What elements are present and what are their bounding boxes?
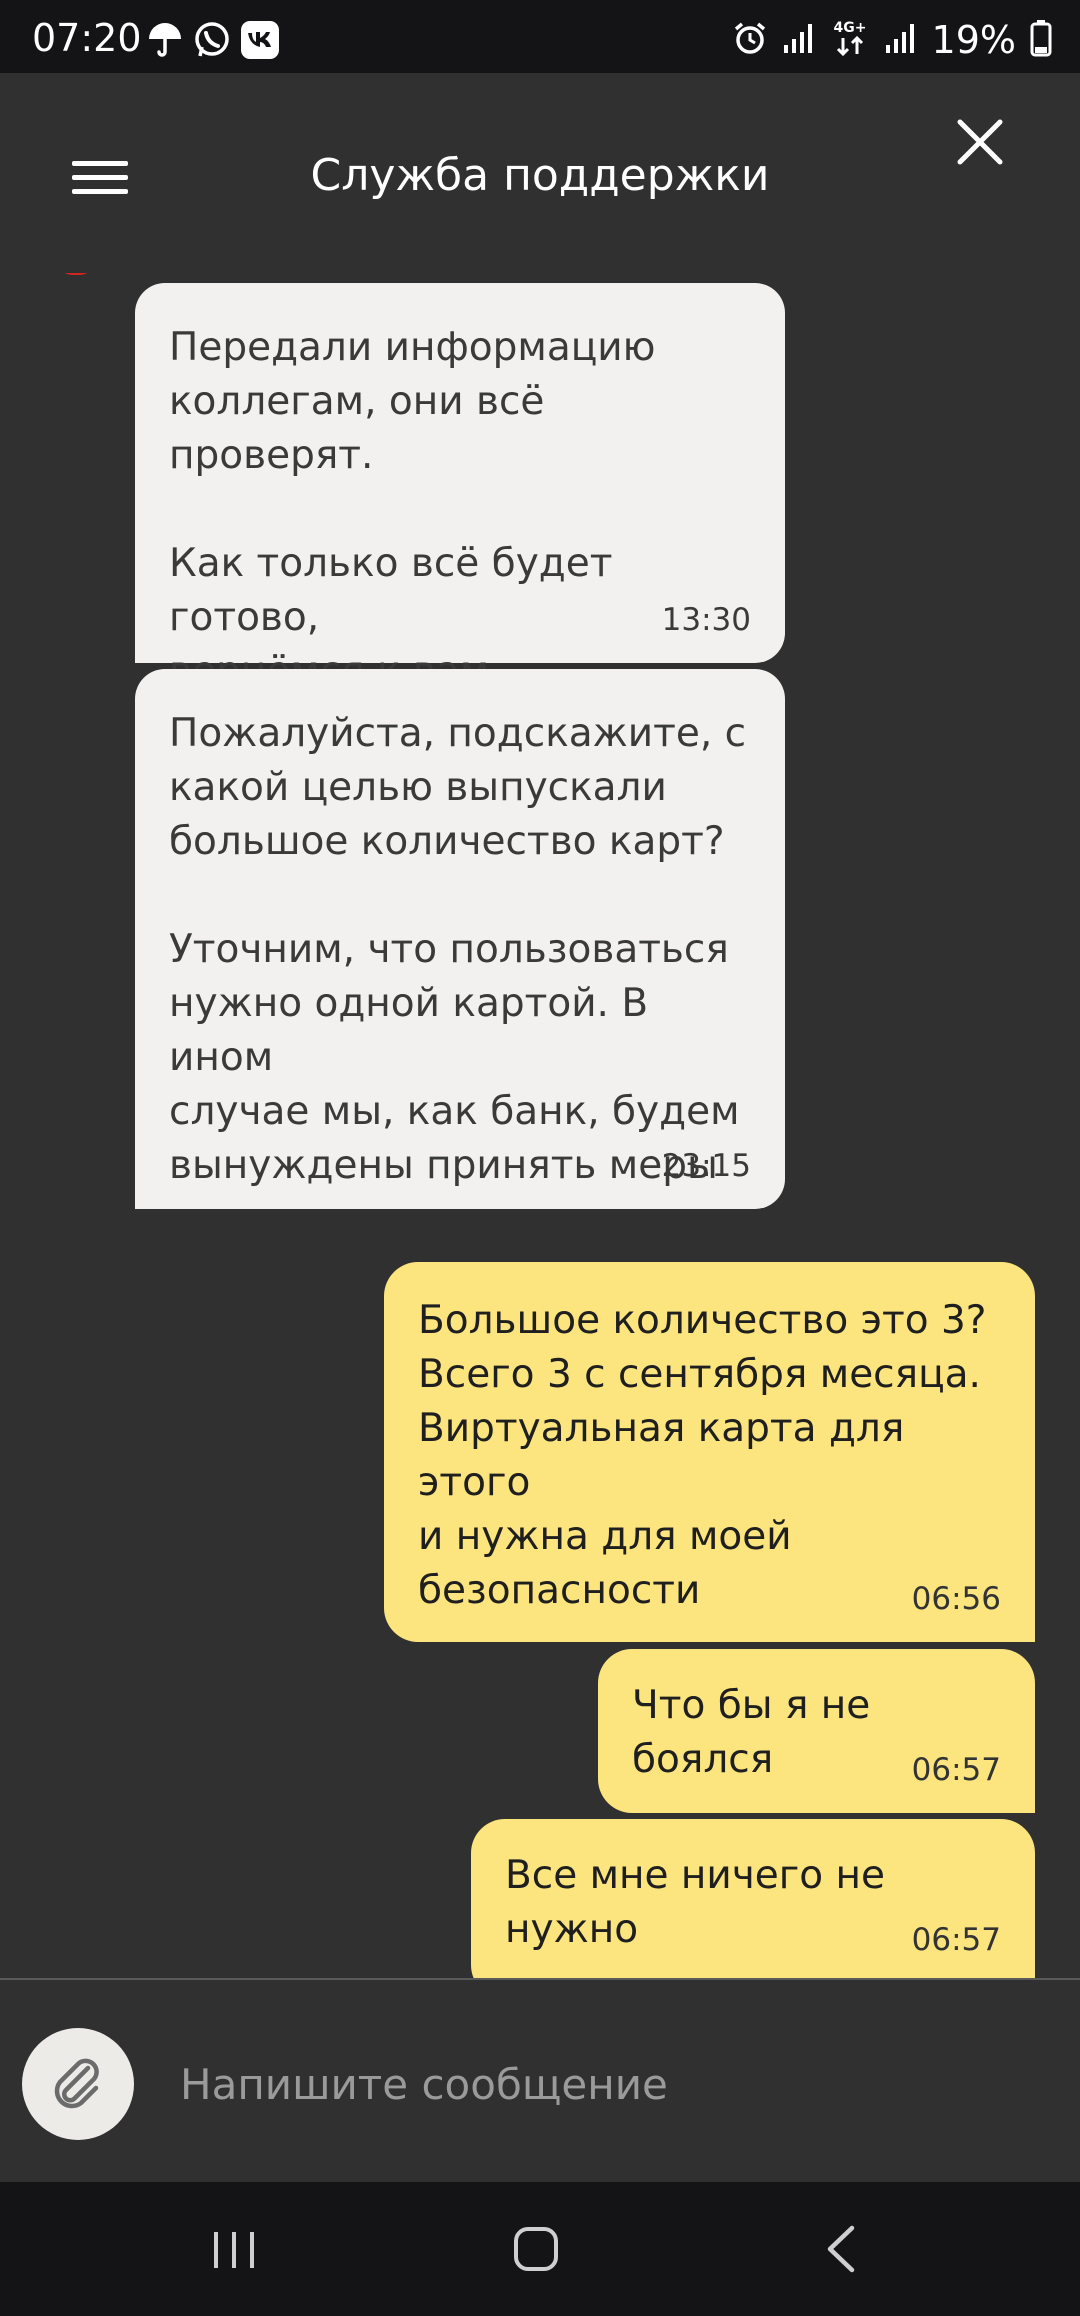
message-incoming: Пожалуйста, подскажите, с какой целью вы… (135, 669, 785, 1209)
message-time: 13:30 (661, 602, 751, 638)
message-outgoing: Все мне ничего не нужно 06:57 (471, 1819, 1035, 1979)
close-button[interactable] (950, 112, 1010, 172)
paperclip-icon (54, 2058, 99, 2109)
chat-messages[interactable]: Передали информацию коллегам, они всё пр… (0, 273, 1080, 1979)
message-outgoing: Что бы я не боялся 06:57 (598, 1649, 1035, 1813)
network-4g-icon: 4G+ (830, 18, 870, 62)
message-time: 06:57 (911, 1922, 1001, 1958)
whatsapp-icon (192, 20, 232, 64)
back-button[interactable] (790, 2212, 890, 2286)
alarm-icon (732, 20, 768, 60)
message-time: 23:15 (661, 1148, 751, 1184)
message-time: 06:56 (911, 1581, 1001, 1617)
message-time: 06:57 (911, 1752, 1001, 1788)
avatar (58, 273, 94, 275)
home-icon (514, 2227, 558, 2271)
vk-icon (240, 20, 280, 64)
status-time: 07:20 (32, 16, 142, 60)
message-incoming: Передали информацию коллегам, они всё пр… (135, 283, 785, 694)
message-input[interactable] (180, 2046, 1020, 2122)
svg-text:4G+: 4G+ (833, 20, 866, 36)
signal-icon-2 (884, 21, 918, 59)
signal-icon (782, 21, 816, 59)
system-nav-bar (0, 2182, 1080, 2316)
page-title: Служба поддержки (310, 150, 770, 201)
home-button[interactable] (486, 2212, 586, 2286)
recent-apps-button[interactable] (184, 2212, 284, 2286)
battery-percent: 19% (931, 18, 1016, 62)
status-bar: 07:20 4G+ 19% (0, 0, 1080, 73)
battery-icon (1030, 19, 1052, 61)
umbrella-icon (146, 21, 184, 63)
recents-icon (214, 2232, 254, 2268)
close-icon (957, 119, 1003, 165)
message-outgoing: Большое количество это 3? Всего 3 с сент… (384, 1262, 1035, 1642)
back-icon (827, 2225, 855, 2273)
message-composer (0, 1978, 1080, 2184)
attach-button[interactable] (22, 2028, 134, 2140)
